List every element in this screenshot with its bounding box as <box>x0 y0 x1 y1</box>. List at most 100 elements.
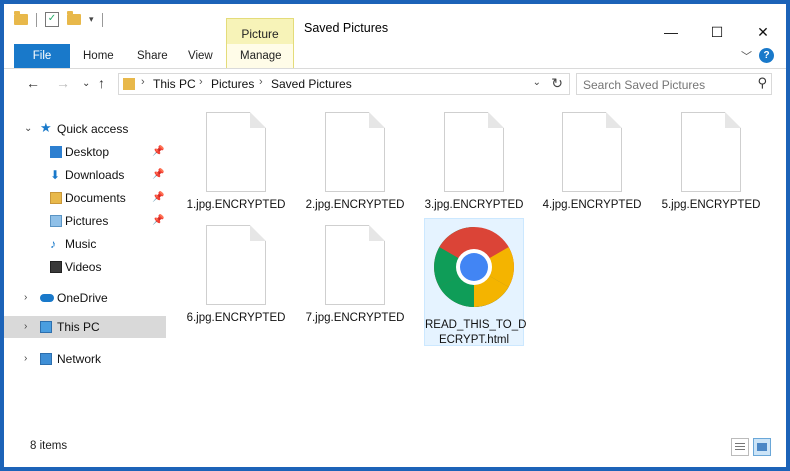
window-title: Saved Pictures <box>304 21 389 35</box>
cloud-icon <box>40 294 54 302</box>
tab-share[interactable]: Share <box>137 44 168 68</box>
tab-manage[interactable]: Manage <box>240 44 282 68</box>
download-icon: ⬇ <box>50 168 61 182</box>
file-icon <box>206 225 266 305</box>
chevron-down-icon[interactable]: ▾ <box>89 14 94 25</box>
nav-label: Music <box>65 237 97 251</box>
nav-label: Network <box>57 352 102 366</box>
pin-icon[interactable]: 📌 <box>152 141 164 163</box>
file-icon <box>444 112 504 192</box>
tab-view[interactable]: View <box>188 44 213 68</box>
nav-quick-access[interactable]: ⌄ ★ Quick access <box>4 118 166 140</box>
maximize-button[interactable]: ☐ <box>694 18 740 46</box>
title-bar: ✓ ▾ Picture Tools Saved Pictures — ☐ ✕ <box>4 4 786 71</box>
refresh-icon[interactable]: ↻ <box>551 75 563 92</box>
documents-icon <box>50 192 62 204</box>
pictures-icon <box>50 215 62 227</box>
file-item[interactable]: 7.jpg.ENCRYPTED <box>305 225 405 326</box>
chrome-icon <box>434 227 514 307</box>
tab-home[interactable]: Home <box>83 44 114 68</box>
breadcrumb-chevron-icon[interactable]: › <box>141 76 145 88</box>
file-name: 2.jpg.ENCRYPTED <box>305 199 405 211</box>
pin-icon[interactable]: 📌 <box>152 210 164 232</box>
nav-label: Desktop <box>65 145 110 159</box>
toolbar-divider <box>101 12 103 27</box>
recent-locations-chevron-icon[interactable]: ⌄ <box>82 78 90 89</box>
nav-label: Pictures <box>65 214 109 228</box>
file-item[interactable]: 2.jpg.ENCRYPTED <box>305 112 405 213</box>
nav-item-videos[interactable]: Videos <box>4 256 166 278</box>
navigation-pane: ⌄ ★ Quick access Desktop 📌 ⬇ Downloads 📌… <box>4 108 166 428</box>
file-name: 1.jpg.ENCRYPTED <box>186 199 286 211</box>
search-box[interactable]: ⚲ <box>576 73 772 95</box>
file-item[interactable]: 4.jpg.ENCRYPTED <box>542 112 642 213</box>
file-name: 6.jpg.ENCRYPTED <box>186 312 286 324</box>
computer-icon <box>40 321 52 333</box>
window-controls: — ☐ ✕ <box>648 18 786 46</box>
status-bar: 8 items <box>4 432 786 467</box>
nav-label: Quick access <box>57 122 129 136</box>
breadcrumb-this-pc[interactable]: This PC <box>153 77 196 91</box>
back-arrow-icon[interactable]: ← <box>26 75 40 91</box>
file-icon <box>562 112 622 192</box>
picture-tools-context-tab: Picture Tools <box>226 18 294 71</box>
large-icons-view-icon[interactable] <box>753 438 771 456</box>
file-name-line: ECRYPT.html <box>438 334 510 346</box>
help-icon[interactable]: ? <box>759 48 774 63</box>
search-icon[interactable]: ⚲ <box>757 75 767 91</box>
nav-item-music[interactable]: ♪ Music <box>4 233 166 255</box>
network-icon <box>40 353 52 365</box>
nav-this-pc[interactable]: › This PC <box>4 316 166 338</box>
file-item[interactable]: 3.jpg.ENCRYPTED <box>424 112 524 213</box>
chevron-right-icon[interactable]: › <box>24 316 27 338</box>
toolbar-divider <box>36 12 37 27</box>
nav-item-downloads[interactable]: ⬇ Downloads 📌 <box>4 164 166 186</box>
up-arrow-icon[interactable]: ↑ <box>98 75 105 91</box>
breadcrumb-saved-pictures[interactable]: Saved Pictures <box>271 77 352 91</box>
chevron-right-icon[interactable]: › <box>24 348 27 370</box>
tab-file[interactable]: File <box>14 44 70 68</box>
forward-arrow-icon[interactable]: → <box>56 75 70 91</box>
nav-network[interactable]: › Network <box>4 348 166 370</box>
nav-label: Videos <box>65 260 102 274</box>
nav-label: OneDrive <box>57 291 108 305</box>
folder-icon <box>123 78 135 90</box>
file-name: 7.jpg.ENCRYPTED <box>305 312 405 324</box>
chevron-down-icon[interactable]: ⌄ <box>24 118 32 140</box>
file-icon <box>681 112 741 192</box>
item-count: 8 items <box>30 440 68 452</box>
properties-icon[interactable]: ✓ <box>45 12 59 27</box>
nav-item-documents[interactable]: Documents 📌 <box>4 187 166 209</box>
address-bar[interactable]: › This PC › Pictures › Saved Pictures ⌄ … <box>118 73 570 95</box>
chevron-right-icon[interactable]: › <box>24 287 27 309</box>
music-icon: ♪ <box>50 237 56 251</box>
address-dropdown-icon[interactable]: ⌄ <box>533 77 541 88</box>
search-input[interactable] <box>581 76 745 94</box>
details-view-icon[interactable] <box>731 438 749 456</box>
star-icon: ★ <box>40 120 52 135</box>
file-item[interactable]: 6.jpg.ENCRYPTED <box>186 225 286 326</box>
file-item[interactable]: 1.jpg.ENCRYPTED <box>186 112 286 213</box>
videos-icon <box>50 261 62 273</box>
breadcrumb-pictures[interactable]: Pictures <box>211 77 254 91</box>
close-button[interactable]: ✕ <box>740 18 786 46</box>
nav-label: Downloads <box>65 168 125 182</box>
folder-icon[interactable] <box>14 11 28 25</box>
breadcrumb-chevron-icon[interactable]: › <box>199 76 203 88</box>
file-name: 5.jpg.ENCRYPTED <box>661 199 761 211</box>
breadcrumb-chevron-icon[interactable]: › <box>259 76 263 88</box>
new-folder-icon[interactable] <box>67 11 81 25</box>
chevron-down-icon[interactable]: ﹀ <box>741 48 752 64</box>
pin-icon[interactable]: 📌 <box>152 187 164 209</box>
nav-item-desktop[interactable]: Desktop 📌 <box>4 141 166 163</box>
file-item[interactable]: 5.jpg.ENCRYPTED <box>661 112 761 213</box>
nav-onedrive[interactable]: › OneDrive <box>4 287 166 309</box>
file-item-html[interactable]: READ_THIS_TO_D ECRYPT.html <box>424 218 526 346</box>
nav-item-pictures[interactable]: Pictures 📌 <box>4 210 166 232</box>
file-list: 1.jpg.ENCRYPTED 2.jpg.ENCRYPTED 3.jpg.EN… <box>168 108 778 428</box>
minimize-button[interactable]: — <box>648 18 694 46</box>
file-name: 4.jpg.ENCRYPTED <box>542 199 642 211</box>
address-row: ← → ⌄ ↑ › This PC › Pictures › Saved Pic… <box>4 69 786 99</box>
file-name: 3.jpg.ENCRYPTED <box>424 199 524 211</box>
pin-icon[interactable]: 📌 <box>152 164 164 186</box>
